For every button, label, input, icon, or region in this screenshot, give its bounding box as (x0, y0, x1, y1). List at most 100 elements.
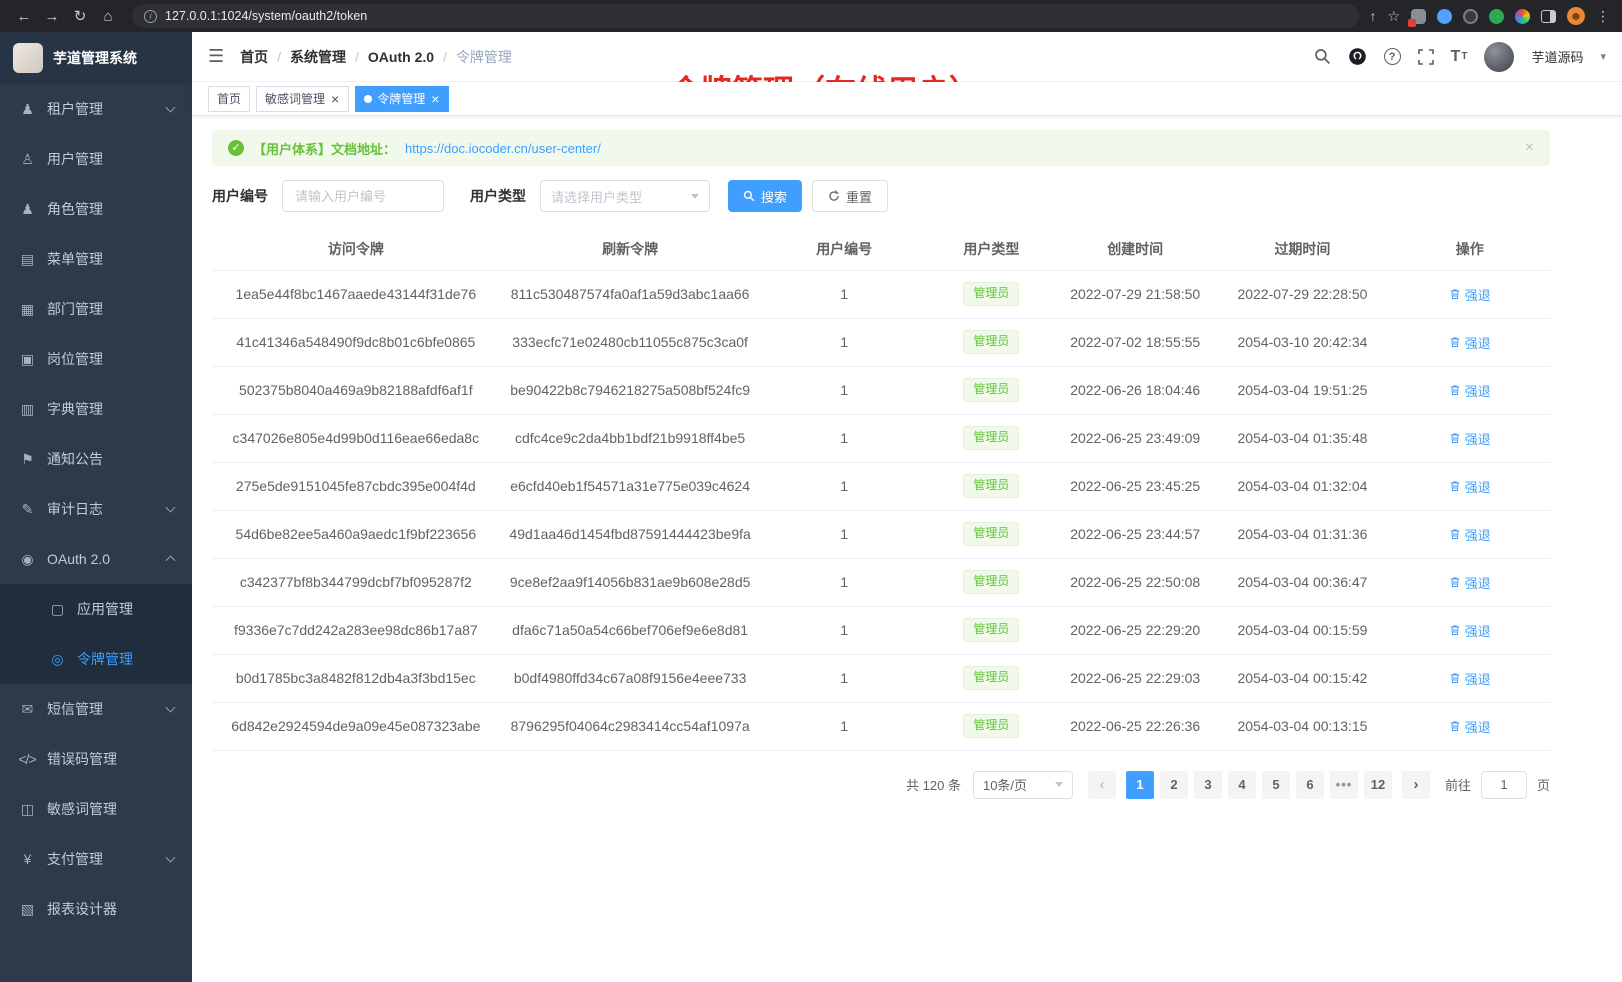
sidebar-item-sensitive[interactable]: ◫敏感词管理 (0, 784, 192, 834)
user-type-badge: 管理员 (963, 570, 1019, 594)
doc-link[interactable]: https://doc.iocoder.cn/user-center/ (405, 141, 601, 156)
page-button-1[interactable]: 1 (1126, 771, 1154, 799)
fullscreen-icon[interactable] (1418, 49, 1434, 65)
page-button-12[interactable]: 12 (1364, 771, 1392, 799)
tab-sensitive-word[interactable]: 敏感词管理× (256, 86, 349, 112)
user-avatar[interactable] (1484, 42, 1514, 72)
user-id-cell: 1 (761, 510, 928, 558)
extension-icon-5[interactable] (1515, 9, 1530, 24)
breadcrumb-item[interactable]: 系统管理 (290, 47, 346, 67)
application-icon: ▢ (46, 601, 68, 618)
force-logout-button[interactable]: 强退 (1449, 621, 1491, 640)
sidebar-item-dict[interactable]: ▥字典管理 (0, 384, 192, 434)
username[interactable]: 芋道源码 (1531, 47, 1583, 66)
sidebar-toggle-icon[interactable]: ☰ (208, 46, 224, 67)
side-panel-icon[interactable] (1541, 10, 1556, 23)
browser-back-icon[interactable]: ← (10, 8, 38, 25)
sidebar-item-oauth2-token[interactable]: ◎令牌管理 (0, 634, 192, 684)
force-logout-button[interactable]: 强退 (1449, 717, 1491, 736)
page-button-2[interactable]: 2 (1160, 771, 1188, 799)
page-button-4[interactable]: 4 (1228, 771, 1256, 799)
github-icon[interactable] (1348, 47, 1367, 66)
force-logout-button[interactable]: 强退 (1449, 381, 1491, 400)
tab-home[interactable]: 首页 (208, 86, 250, 112)
sidebar-item-user[interactable]: ♙用户管理 (0, 134, 192, 184)
app-logo[interactable]: 芋道管理系统 (0, 32, 192, 84)
prev-page-button[interactable]: ‹ (1088, 771, 1116, 799)
help-icon[interactable]: ? (1384, 48, 1401, 65)
sidebar-item-label: 岗位管理 (47, 349, 103, 369)
browser-menu-icon[interactable]: ⋮ (1596, 8, 1610, 25)
top-navbar: ☰ 首页/系统管理/OAuth 2.0/令牌管理 ? TT 芋道源码 (192, 32, 1622, 82)
close-icon[interactable]: × (430, 92, 440, 106)
force-logout-button[interactable]: 强退 (1449, 525, 1491, 544)
bookmark-star-icon[interactable]: ☆ (1387, 8, 1400, 25)
sidebar-item-sms[interactable]: ✉短信管理 (0, 684, 192, 734)
browser-address-bar[interactable]: i 127.0.0.1:1024/system/oauth2/token (132, 4, 1359, 28)
force-logout-button[interactable]: 强退 (1449, 669, 1491, 688)
site-info-icon[interactable]: i (144, 10, 157, 23)
font-size-icon[interactable]: TT (1451, 48, 1468, 66)
user-type-cell: 管理员 (928, 510, 1055, 558)
browser-refresh-icon[interactable]: ↻ (66, 7, 94, 25)
search-icon (743, 190, 755, 202)
sidebar-item-label: 支付管理 (47, 849, 103, 869)
force-logout-button[interactable]: 强退 (1449, 429, 1491, 448)
reset-button[interactable]: 重置 (812, 180, 888, 212)
sidebar-item-notice[interactable]: ⚑通知公告 (0, 434, 192, 484)
user-type-badge: 管理员 (963, 474, 1019, 498)
browser-forward-icon[interactable]: → (38, 8, 66, 25)
page-size-select[interactable]: 10条/页 (973, 771, 1073, 799)
extension-icon-4[interactable] (1489, 9, 1504, 24)
force-logout-label: 强退 (1465, 717, 1491, 736)
extension-icon-1[interactable] (1411, 9, 1426, 24)
access-token-cell: 275e5de9151045fe87cbdc395e004f4d (212, 462, 500, 510)
close-icon[interactable]: × (330, 92, 340, 106)
tab-token[interactable]: 令牌管理× (355, 86, 449, 112)
browser-home-icon[interactable]: ⌂ (94, 8, 122, 25)
force-logout-label: 强退 (1465, 669, 1491, 688)
sidebar-item-report[interactable]: ▧报表设计器 (0, 884, 192, 934)
force-logout-button[interactable]: 强退 (1449, 285, 1491, 304)
sidebar-item-oauth2[interactable]: ◉OAuth 2.0 (0, 534, 192, 584)
force-logout-label: 强退 (1465, 477, 1491, 496)
sidebar-item-menu[interactable]: ▤菜单管理 (0, 234, 192, 284)
search-icon[interactable] (1314, 48, 1331, 65)
force-logout-button[interactable]: 强退 (1449, 573, 1491, 592)
sidebar-item-role[interactable]: ♟角色管理 (0, 184, 192, 234)
user-type-select[interactable]: 请选择用户类型 (540, 180, 710, 212)
sidebar-item-label: 应用管理 (77, 599, 133, 619)
share-icon[interactable]: ↑ (1369, 8, 1376, 24)
close-icon[interactable]: × (1525, 139, 1534, 157)
user-type-badge: 管理员 (963, 618, 1019, 642)
sidebar-item-post[interactable]: ▣岗位管理 (0, 334, 192, 384)
user-type-cell: 管理员 (928, 606, 1055, 654)
force-logout-button[interactable]: 强退 (1449, 477, 1491, 496)
sidebar-item-audit[interactable]: ✎审计日志 (0, 484, 192, 534)
extension-icon-2[interactable] (1437, 9, 1452, 24)
more-pages-button[interactable]: ••• (1330, 771, 1358, 799)
user-id-input[interactable] (282, 180, 444, 212)
expire-time-cell: 2054-03-04 01:35:48 (1215, 414, 1389, 462)
extension-icon-3[interactable] (1463, 9, 1478, 24)
created-time-cell: 2022-07-29 21:58:50 (1055, 270, 1216, 318)
page-content: ✓ 【用户体系】文档地址： https://doc.iocoder.cn/use… (192, 116, 1622, 982)
page-button-6[interactable]: 6 (1296, 771, 1324, 799)
sidebar-item-pay[interactable]: ¥支付管理 (0, 834, 192, 884)
chevron-down-icon[interactable]: ▾ (1600, 50, 1606, 63)
sidebar-item-errcode[interactable]: </>错误码管理 (0, 734, 192, 784)
extension-badge (1408, 19, 1416, 27)
page-button-3[interactable]: 3 (1194, 771, 1222, 799)
force-logout-button[interactable]: 强退 (1449, 333, 1491, 352)
browser-profile-avatar[interactable]: ☻ (1567, 7, 1585, 25)
sidebar-item-dept[interactable]: ▦部门管理 (0, 284, 192, 334)
breadcrumb-item[interactable]: OAuth 2.0 (368, 49, 434, 65)
breadcrumb-item[interactable]: 首页 (240, 47, 268, 67)
sidebar-item-oauth2-app[interactable]: ▢ 应用管理 (0, 584, 192, 634)
next-page-button[interactable]: › (1402, 771, 1430, 799)
goto-page-input[interactable] (1481, 771, 1527, 799)
column-header: 刷新令牌 (500, 228, 761, 270)
page-button-5[interactable]: 5 (1262, 771, 1290, 799)
sidebar-item-tenant[interactable]: ♟租户管理 (0, 84, 192, 134)
search-button[interactable]: 搜索 (728, 180, 802, 212)
